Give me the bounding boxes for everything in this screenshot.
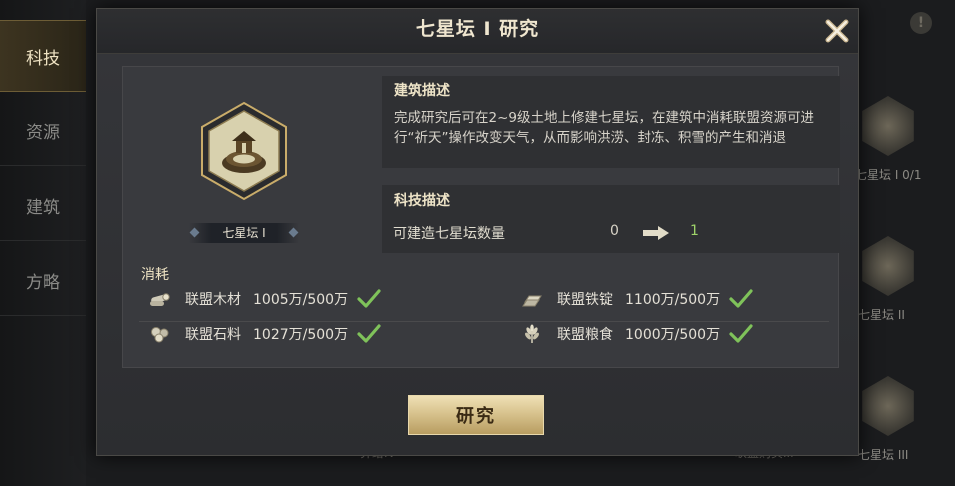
consume-label: 消耗 (141, 267, 169, 283)
sidebar-tab-resources[interactable]: 资源 (0, 95, 86, 166)
arrow-right-icon (643, 226, 669, 240)
building-icon-frame (199, 101, 289, 201)
bg-tech-node-2[interactable] (862, 236, 914, 296)
grain-icon (521, 324, 543, 344)
resource-row-wood: 联盟木材 1005万/500万 (149, 288, 382, 310)
plate-left-ornament (189, 227, 200, 238)
research-dialog: 七星坛 I 研究 七星坛 I 建筑描述 完成研究后可在2~9级土地上修建七星坛，… (96, 8, 859, 456)
seven-star-altar-icon (201, 101, 287, 201)
close-button[interactable] (819, 13, 855, 49)
check-icon (729, 289, 753, 308)
resource-amount: 1005万/500万 (253, 292, 349, 308)
resource-name: 联盟铁锭 (557, 292, 613, 308)
resource-row-grain: 联盟粮食 1000万/500万 (521, 323, 754, 345)
alert-icon[interactable]: ! (910, 12, 932, 34)
resource-amount: 1000万/500万 (625, 327, 721, 343)
building-desc-text: 完成研究后可在2~9级土地上修建七星坛，在建筑中消耗联盟资源可进行“祈天”操作改… (394, 110, 814, 146)
check-icon (729, 324, 753, 343)
stone-icon (149, 324, 171, 344)
building-name-plate: 七星坛 I (189, 223, 299, 243)
resource-divider (139, 321, 829, 322)
resource-row-stone: 联盟石料 1027万/500万 (149, 323, 382, 345)
iron-ingot-icon (521, 289, 543, 309)
bg-tech-node-1[interactable] (862, 96, 914, 156)
sidebar-tab-tech[interactable]: 科技 (0, 20, 86, 92)
resource-amount: 1100万/500万 (625, 292, 721, 308)
wood-icon (149, 289, 171, 309)
sidebar: 科技 资源 建筑 方略 (0, 0, 86, 486)
dialog-title: 七星坛 I 研究 (415, 18, 540, 40)
check-icon (357, 289, 381, 308)
building-desc-title: 建筑描述 (394, 83, 450, 99)
check-icon (357, 324, 381, 343)
resource-row-iron: 联盟铁锭 1100万/500万 (521, 288, 754, 310)
resource-name: 联盟粮食 (557, 327, 613, 343)
resource-name: 联盟木材 (185, 292, 241, 308)
resource-amount: 1027万/500万 (253, 327, 349, 343)
plate-right-ornament (288, 227, 299, 238)
bg-tech-node-1-label: 七星坛 I 0/1 (855, 168, 922, 182)
sidebar-tab-strategy[interactable]: 方略 (0, 245, 86, 316)
bg-tech-node-2-label: 七星坛 II (858, 308, 905, 322)
bg-tech-node-3[interactable] (862, 376, 914, 436)
research-button[interactable]: 研究 (408, 395, 544, 435)
stat-to: 1 (690, 223, 699, 239)
building-name: 七星坛 I (222, 226, 266, 240)
resource-name: 联盟石料 (185, 327, 241, 343)
stat-label: 可建造七星坛数量 (393, 226, 505, 242)
stat-row: 可建造七星坛数量 0 1 (381, 223, 831, 243)
tech-desc-title: 科技描述 (394, 193, 450, 209)
close-icon (825, 19, 849, 43)
sidebar-tab-buildings[interactable]: 建筑 (0, 170, 86, 241)
building-desc-box: 建筑描述 完成研究后可在2~9级土地上修建七星坛，在建筑中消耗联盟资源可进行“祈… (382, 76, 840, 168)
bg-tech-node-3-label: 七星坛 III (858, 448, 909, 462)
stat-from: 0 (610, 223, 619, 239)
